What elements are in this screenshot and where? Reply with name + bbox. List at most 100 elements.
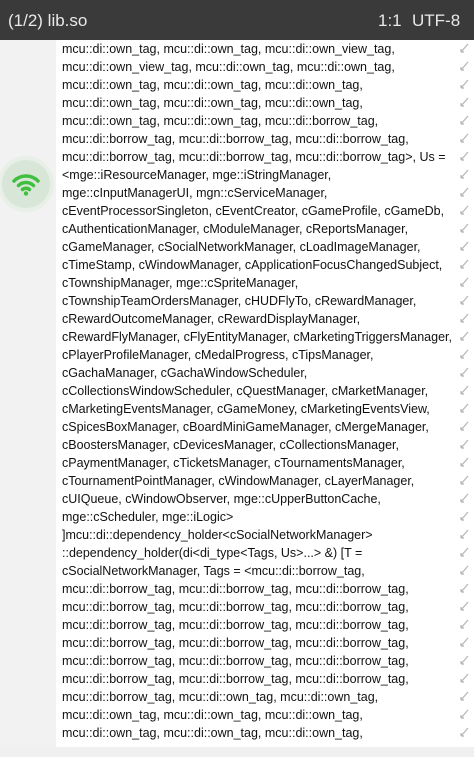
code-line[interactable]: mcu::di::own_tag, mcu::di::own_tag, mcu:… [56, 706, 474, 724]
line-wrap-icon [460, 187, 469, 197]
code-line[interactable]: cTimeStamp, cWindowManager, cApplication… [56, 256, 474, 274]
code-line-text: ]mcu::di::dependency_holder<cSocialNetwo… [62, 528, 373, 542]
code-line[interactable]: mcu::di::borrow_tag, mcu::di::borrow_tag… [56, 616, 474, 634]
code-line[interactable]: mcu::di::borrow_tag, mcu::di::borrow_tag… [56, 148, 474, 166]
editor-gutter [0, 40, 56, 757]
code-line-text: <mge::iResourceManager, mge::iStringMana… [62, 168, 332, 182]
code-line[interactable]: cCollectionsWindowScheduler, cQuestManag… [56, 382, 474, 400]
code-line-text: mcu::di::borrow_tag, mcu::di::own_tag, m… [62, 690, 379, 704]
code-line[interactable]: cBoostersManager, cDevicesManager, cColl… [56, 436, 474, 454]
line-wrap-icon [460, 709, 469, 719]
code-line-text: cGachaManager, cGachaWindowScheduler, [62, 366, 308, 380]
code-line-text: cRewardOutcomeManager, cRewardDisplayMan… [62, 312, 361, 326]
line-wrap-icon [460, 115, 469, 125]
line-wrap-icon [460, 547, 469, 557]
code-line[interactable]: cTownshipManager, mge::cSpriteManager, [56, 274, 474, 292]
line-wrap-icon [460, 691, 469, 701]
code-line-text: cSpicesBoxManager, cBoardMiniGameManager… [62, 420, 429, 434]
line-wrap-icon [460, 61, 469, 71]
code-line-text: cEventProcessorSingleton, cEventCreator,… [62, 204, 445, 218]
code-line[interactable]: mcu::di::borrow_tag, mcu::di::borrow_tag… [56, 130, 474, 148]
code-line-text: mge::cInputManagerUI, mgn::cServiceManag… [62, 186, 328, 200]
code-line[interactable]: cSocialNetworkManager, Tags = <mcu::di::… [56, 562, 474, 580]
line-wrap-icon [460, 97, 469, 107]
code-line[interactable]: cRewardOutcomeManager, cRewardDisplayMan… [56, 310, 474, 328]
code-line-text: mcu::di::own_tag, mcu::di::own_tag, mcu:… [62, 78, 363, 92]
code-line-text: mcu::di::borrow_tag, mcu::di::borrow_tag… [62, 636, 409, 650]
code-line-text: mcu::di::borrow_tag, mcu::di::borrow_tag… [62, 132, 409, 146]
line-wrap-icon [460, 493, 469, 503]
encoding-label[interactable]: UTF-8 [412, 11, 460, 31]
code-line[interactable]: mge::cScheduler, mge::iLogic> [56, 508, 474, 526]
line-wrap-icon [460, 655, 469, 665]
code-line[interactable]: mcu::di::borrow_tag, mcu::di::borrow_tag… [56, 598, 474, 616]
line-wrap-icon [460, 43, 469, 53]
code-line[interactable]: cTownshipTeamOrdersManager, cHUDFlyTo, c… [56, 292, 474, 310]
code-line-text: mcu::di::own_tag, mcu::di::own_tag, mcu:… [62, 96, 363, 110]
line-wrap-icon [460, 637, 469, 647]
code-line[interactable]: mcu::di::borrow_tag, mcu::di::borrow_tag… [56, 670, 474, 688]
code-line[interactable]: ]mcu::di::dependency_holder<cSocialNetwo… [56, 526, 474, 544]
code-line[interactable]: mcu::di::own_tag, mcu::di::own_tag, mcu:… [56, 94, 474, 112]
code-line[interactable]: ::dependency_holder(di<di_type<Tags, Us>… [56, 544, 474, 562]
code-line[interactable]: cPlayerProfileManager, cMedalProgress, c… [56, 346, 474, 364]
code-line-text: cAuthenticationManager, cModuleManager, … [62, 222, 409, 236]
code-line[interactable]: cGachaManager, cGachaWindowScheduler, [56, 364, 474, 382]
code-line-text: cPlayerProfileManager, cMedalProgress, c… [62, 348, 374, 362]
code-line-text: mcu::di::borrow_tag, mcu::di::borrow_tag… [62, 150, 446, 164]
code-line[interactable]: cRewardFlyManager, cFlyEntityManager, cM… [56, 328, 474, 346]
line-wrap-icon [460, 601, 469, 611]
code-line[interactable]: mcu::di::own_view_tag, mcu::di::own_tag,… [56, 58, 474, 76]
code-line[interactable]: mcu::di::own_tag, mcu::di::own_tag, mcu:… [56, 724, 474, 742]
line-wrap-icon [460, 277, 469, 287]
code-line[interactable]: cSpicesBoxManager, cBoardMiniGameManager… [56, 418, 474, 436]
code-line[interactable]: mcu::di::borrow_tag, mcu::di::borrow_tag… [56, 652, 474, 670]
code-line-text: mcu::di::own_tag, mcu::di::own_tag, mcu:… [62, 114, 379, 128]
code-line[interactable]: cMarketingEventsManager, cGameMoney, cMa… [56, 400, 474, 418]
line-wrap-icon [460, 259, 469, 269]
code-line-text: mcu::di::borrow_tag, mcu::di::borrow_tag… [62, 654, 409, 668]
cursor-position[interactable]: 1:1 [378, 11, 402, 31]
line-wrap-icon [460, 133, 469, 143]
code-line[interactable]: mcu::di::own_tag, mcu::di::own_tag, mcu:… [56, 112, 474, 130]
line-wrap-icon [460, 673, 469, 683]
line-wrap-icon [460, 475, 469, 485]
line-wrap-icon [460, 457, 469, 467]
line-wrap-icon [460, 421, 469, 431]
code-line-text: cRewardFlyManager, cFlyEntityManager, cM… [62, 330, 452, 344]
line-wrap-icon [460, 511, 469, 521]
code-line[interactable]: mcu::di::own_tag, mcu::di::own_tag, mcu:… [56, 40, 474, 58]
code-line-text: mcu::di::borrow_tag, mcu::di::borrow_tag… [62, 618, 409, 632]
editor-header: (1/2) lib.so 1:1 UTF-8 [0, 0, 474, 40]
code-line-text: mcu::di::borrow_tag, mcu::di::borrow_tag… [62, 600, 409, 614]
code-line[interactable]: mcu::di::borrow_tag, mcu::di::borrow_tag… [56, 634, 474, 652]
code-line-text: cSocialNetworkManager, Tags = <mcu::di::… [62, 564, 365, 578]
file-title[interactable]: (1/2) lib.so [8, 11, 87, 31]
code-line[interactable]: mge::cInputManagerUI, mgn::cServiceManag… [56, 184, 474, 202]
code-line[interactable]: cUIQueue, cWindowObserver, mge::cUpperBu… [56, 490, 474, 508]
code-line-text: cPaymentManager, cTicketsManager, cTourn… [62, 456, 405, 470]
line-wrap-icon [460, 385, 469, 395]
code-line[interactable]: cGameManager, cSocialNetworkManager, cLo… [56, 238, 474, 256]
code-line[interactable]: mcu::di::own_tag, mcu::di::own_tag, mcu:… [56, 76, 474, 94]
line-wrap-icon [460, 727, 469, 737]
code-line[interactable]: mcu::di::borrow_tag, mcu::di::own_tag, m… [56, 688, 474, 706]
code-line[interactable]: cPaymentManager, cTicketsManager, cTourn… [56, 454, 474, 472]
bottom-bar [0, 747, 474, 757]
line-wrap-icon [460, 241, 469, 251]
line-wrap-icon [460, 331, 469, 341]
code-line[interactable]: <mge::iResourceManager, mge::iStringMana… [56, 166, 474, 184]
wifi-button[interactable] [2, 160, 50, 208]
line-wrap-icon [460, 619, 469, 629]
line-wrap-icon [460, 529, 469, 539]
code-line[interactable]: cAuthenticationManager, cModuleManager, … [56, 220, 474, 238]
text-editor[interactable]: mcu::di::own_tag, mcu::di::own_tag, mcu:… [56, 40, 474, 747]
line-wrap-icon [460, 223, 469, 233]
code-line-text: cTimeStamp, cWindowManager, cApplication… [62, 258, 443, 272]
line-wrap-icon [460, 295, 469, 305]
code-line-text: cUIQueue, cWindowObserver, mge::cUpperBu… [62, 492, 381, 506]
line-wrap-icon [460, 313, 469, 323]
code-line[interactable]: mcu::di::borrow_tag, mcu::di::borrow_tag… [56, 580, 474, 598]
code-line[interactable]: cTournamentPointManager, cWindowManager,… [56, 472, 474, 490]
code-line[interactable]: cEventProcessorSingleton, cEventCreator,… [56, 202, 474, 220]
